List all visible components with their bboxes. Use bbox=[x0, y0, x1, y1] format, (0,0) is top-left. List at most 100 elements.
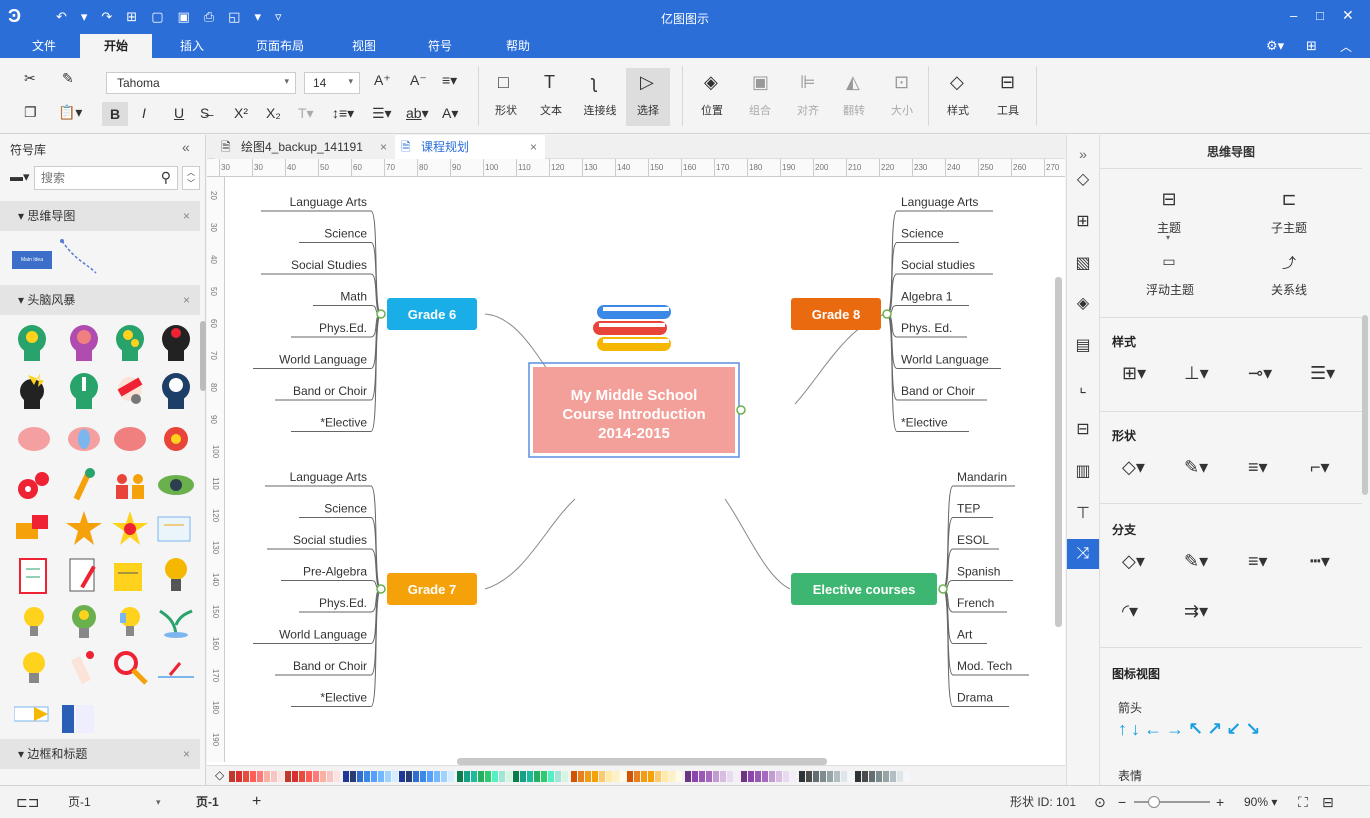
leaf-topic[interactable]: Mandarin bbox=[957, 470, 1007, 484]
leaf-topic[interactable]: Mod. Tech bbox=[957, 659, 1012, 673]
search-box[interactable]: ⚲ bbox=[34, 166, 178, 190]
palette-swatch[interactable] bbox=[585, 771, 591, 782]
palette-swatch[interactable] bbox=[634, 771, 640, 782]
palette-swatch[interactable] bbox=[706, 771, 712, 782]
palette-swatch[interactable] bbox=[413, 771, 419, 782]
chart-icon[interactable]: ⌞ bbox=[1067, 373, 1099, 403]
apps-icon[interactable]: ⊞ bbox=[1306, 38, 1317, 54]
strikethrough-icon[interactable]: S̶ bbox=[200, 105, 209, 121]
palette-swatch[interactable] bbox=[827, 771, 833, 782]
font-family-select[interactable]: Tahoma ▾ bbox=[106, 72, 296, 94]
italic-icon[interactable]: I bbox=[142, 105, 146, 121]
palette-swatch[interactable] bbox=[541, 771, 547, 782]
panel-scrollbar[interactable] bbox=[200, 321, 206, 391]
leaf-topic[interactable]: Language Arts bbox=[901, 195, 978, 209]
palette-swatch[interactable] bbox=[841, 771, 847, 782]
burst-idea-icon[interactable] bbox=[64, 509, 104, 549]
tools-icon[interactable]: ⊟ bbox=[1000, 72, 1015, 93]
text-case-icon[interactable]: T▾ bbox=[298, 105, 314, 122]
chevron-down-icon[interactable]: ▾ bbox=[1166, 233, 1170, 242]
palette-swatch[interactable] bbox=[271, 771, 277, 782]
palette-swatch[interactable] bbox=[904, 771, 910, 782]
minimize-icon[interactable]: – bbox=[1290, 8, 1297, 23]
leaf-topic[interactable]: Science bbox=[901, 227, 944, 241]
fullscreen-icon[interactable]: ⛶ bbox=[1298, 786, 1308, 818]
leaf-topic[interactable]: Band or Choir bbox=[293, 384, 367, 398]
zoom-select[interactable]: 90% ▾ bbox=[1244, 786, 1277, 818]
zoom-slider[interactable] bbox=[1134, 801, 1210, 803]
bulb-face-icon[interactable] bbox=[14, 647, 54, 687]
collapse-handle[interactable] bbox=[882, 309, 892, 319]
copy-icon[interactable]: ❐ bbox=[24, 104, 37, 121]
collapse-handle[interactable] bbox=[938, 584, 948, 594]
maximize-icon[interactable]: □ bbox=[1316, 8, 1324, 23]
bulb-gears-icon[interactable] bbox=[64, 601, 104, 641]
close-tab-icon[interactable]: × bbox=[380, 135, 387, 159]
scroll-spinner[interactable]: ︿ ﹀ bbox=[182, 166, 200, 190]
fill-icon[interactable]: ◇ bbox=[1067, 165, 1099, 195]
eye-icon[interactable] bbox=[156, 465, 196, 505]
leaf-topic[interactable]: Phys.Ed. bbox=[319, 321, 367, 335]
leaf-topic[interactable]: TEP bbox=[957, 502, 980, 516]
palette-swatch[interactable] bbox=[278, 771, 284, 782]
search-input[interactable] bbox=[35, 167, 145, 189]
palette-swatch[interactable] bbox=[727, 771, 733, 782]
image-icon[interactable]: ▧ bbox=[1067, 249, 1099, 279]
flip-button[interactable]: 翻转 bbox=[838, 102, 870, 118]
palette-swatch[interactable] bbox=[755, 771, 761, 782]
collapse-handle[interactable] bbox=[736, 405, 746, 415]
speech-question-icon[interactable] bbox=[14, 509, 54, 549]
palette-swatch[interactable] bbox=[343, 771, 349, 782]
palette-swatch[interactable] bbox=[420, 771, 426, 782]
zoom-out-button[interactable]: − bbox=[1118, 786, 1126, 818]
palette-swatch[interactable] bbox=[457, 771, 463, 782]
font-grow-icon[interactable]: A⁺ bbox=[374, 72, 391, 89]
palette-swatch[interactable] bbox=[734, 771, 740, 782]
connector-style-icon[interactable]: ⊸▾ bbox=[1248, 363, 1272, 384]
subtopic-icon[interactable]: ⊏ bbox=[1276, 189, 1302, 210]
palette-swatch[interactable] bbox=[741, 771, 747, 782]
leaf-topic[interactable]: World Language bbox=[901, 353, 989, 367]
leaf-topic[interactable]: World Language bbox=[279, 628, 367, 642]
close-section-icon[interactable]: × bbox=[183, 739, 190, 769]
menu-home[interactable]: 开始 bbox=[80, 34, 152, 58]
bulb-blue-icon[interactable] bbox=[110, 601, 150, 641]
relation-icon[interactable]: ⤴ bbox=[1276, 253, 1302, 273]
fill-style-icon[interactable]: ◇ bbox=[950, 72, 964, 93]
palette-swatch[interactable] bbox=[464, 771, 470, 782]
shape-corner-icon[interactable]: ⌐▾ bbox=[1310, 457, 1330, 478]
style-button[interactable]: 样式 bbox=[942, 102, 974, 118]
leaf-topic[interactable]: Art bbox=[957, 628, 973, 642]
palette-swatch[interactable] bbox=[527, 771, 533, 782]
branch-arrow-icon[interactable]: ⇉▾ bbox=[1184, 601, 1208, 622]
leaf-topic[interactable]: *Elective bbox=[320, 691, 367, 705]
palette-swatch[interactable] bbox=[613, 771, 619, 782]
leaf-topic[interactable]: Spanish bbox=[957, 565, 1000, 579]
leaf-topic[interactable]: Science bbox=[324, 227, 367, 241]
data-icon[interactable]: ▥ bbox=[1067, 457, 1099, 487]
palette-swatch[interactable] bbox=[641, 771, 647, 782]
branch-border-icon[interactable]: ✎▾ bbox=[1184, 551, 1208, 572]
head-gears-icon[interactable] bbox=[110, 323, 150, 363]
palette-swatch[interactable] bbox=[806, 771, 812, 782]
palette-swatch[interactable] bbox=[648, 771, 654, 782]
brain-flower-icon[interactable] bbox=[156, 419, 196, 459]
leaf-topic[interactable]: Math bbox=[340, 290, 367, 304]
layout-style-icon[interactable]: ⊞▾ bbox=[1122, 363, 1146, 384]
flip-icon[interactable]: ◭ bbox=[846, 72, 860, 93]
key-card-icon[interactable] bbox=[13, 697, 54, 737]
leaf-topic[interactable]: Language Arts bbox=[290, 195, 367, 209]
lightbulb-icon[interactable] bbox=[156, 555, 196, 595]
palette-swatch[interactable] bbox=[748, 771, 754, 782]
size-button[interactable]: 大小 bbox=[886, 102, 918, 118]
panel-scrollbar[interactable] bbox=[1362, 315, 1368, 495]
palette-swatch[interactable] bbox=[250, 771, 256, 782]
menu-symbol[interactable]: 符号 bbox=[422, 34, 458, 58]
magnifier-icon[interactable] bbox=[110, 647, 150, 687]
leaf-topic[interactable]: *Elective bbox=[320, 416, 367, 430]
palette-swatch[interactable] bbox=[406, 771, 412, 782]
palette-swatch[interactable] bbox=[499, 771, 505, 782]
close-section-icon[interactable]: × bbox=[183, 201, 190, 231]
text-color-icon[interactable]: A▾ bbox=[442, 105, 458, 122]
connector-icon[interactable]: ʅ bbox=[592, 72, 596, 93]
